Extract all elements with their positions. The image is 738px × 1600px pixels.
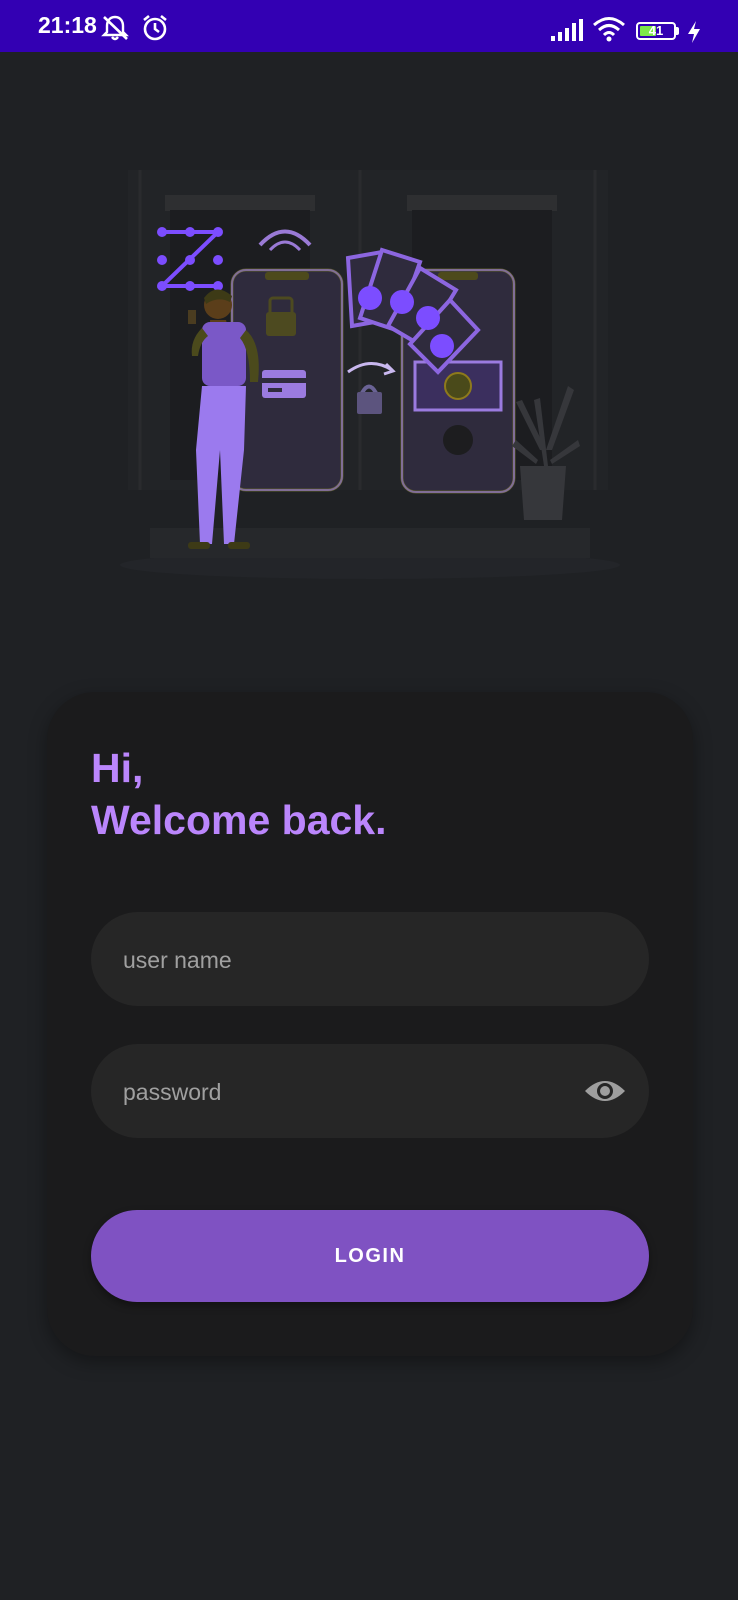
greeting: Hi, Welcome back.: [91, 742, 387, 846]
status-bar: 21:18 41: [0, 0, 738, 52]
login-button[interactable]: LOGIN: [91, 1210, 649, 1302]
signal-icon: [551, 19, 583, 41]
username-field[interactable]: [91, 912, 649, 1008]
alarm-icon: [143, 14, 167, 41]
wifi-icon: [593, 17, 625, 42]
status-time: 21:18: [38, 12, 97, 38]
charging-icon: [688, 21, 700, 43]
muted-notifications-icon: [101, 15, 129, 41]
battery-tip: [676, 27, 679, 35]
login-card: Hi, Welcome back. LOGIN: [47, 692, 693, 1356]
mobile-payment-illustration: [120, 170, 620, 579]
greeting-line-1: Hi,: [91, 745, 144, 791]
battery-level: 41: [648, 23, 664, 38]
eye-icon[interactable]: [583, 1074, 627, 1108]
username-input[interactable]: [121, 912, 565, 1008]
password-field[interactable]: [91, 1044, 649, 1140]
battery-icon: 41: [636, 22, 676, 40]
greeting-line-2: Welcome back.: [91, 797, 387, 843]
password-input[interactable]: [121, 1044, 565, 1140]
